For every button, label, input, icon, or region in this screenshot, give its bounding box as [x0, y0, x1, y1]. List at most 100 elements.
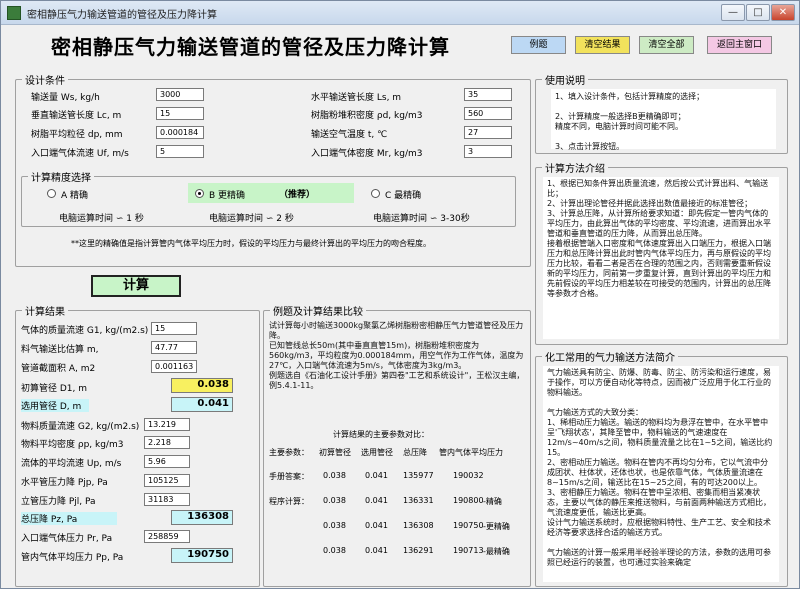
- average-pressure-value: 190750: [171, 548, 233, 563]
- result-label: 选用管径 D, m: [21, 399, 90, 412]
- compare-header-cell: 初算管径: [319, 448, 351, 457]
- method-text: 1、根据已知条件算出质量流速，然后按公式计算出料、气输送比； 2、计算出理论管径…: [543, 177, 779, 339]
- precision-note: **这里的精确值是指计算管内气体平均压力时，假设的平均压力与最终计算出的平均压力…: [71, 239, 431, 248]
- method-legend: 计算方法介绍: [545, 164, 605, 175]
- input-label: 入口端气体流速 Uf, m/s: [31, 149, 129, 159]
- input-label: 水平输送管长度 Ls, m: [311, 93, 402, 103]
- example-compare-legend: 例题及计算结果比较: [273, 307, 363, 318]
- compare-cell: 190713: [453, 546, 484, 555]
- result-label: 料气输送比估算 m,: [21, 345, 99, 355]
- maximize-button[interactable]: □: [746, 4, 770, 21]
- result-label: 入口端气体压力 Pr, Pa: [21, 534, 113, 544]
- precision-a-label[interactable]: A 精确: [61, 188, 88, 201]
- result-label: 管内气体平均压力 Pp, Pa: [21, 553, 124, 563]
- horizontal-length-input[interactable]: 35: [464, 88, 512, 101]
- compare-header-cell: 管内气体平均压力: [439, 448, 503, 457]
- result-label: 物料质量流速 G2, kg/(m2.s): [21, 422, 140, 432]
- vertical-length-input[interactable]: 15: [156, 107, 204, 120]
- initial-diameter-value: 0.038: [171, 378, 233, 393]
- result-value: 31183: [144, 493, 190, 506]
- input-label: 树脂平均粒径 dp, mm: [31, 130, 123, 140]
- feed-rate-input[interactable]: 3000: [156, 88, 204, 101]
- example-intro-text: 试计算每小时输送3000kg聚氯乙烯树脂粉密相静压气力管道管径及压力降。 已知管…: [269, 321, 525, 390]
- total-pressure-drop-value: 136308: [171, 510, 233, 525]
- result-label: 物料平均密度 ρp, kg/m3: [21, 440, 124, 450]
- compare-cell: 135977: [403, 471, 434, 480]
- result-value: 105125: [144, 474, 190, 487]
- title-bar[interactable]: 密相静压气力输送管道的管径及压力降计算 — □ ✕: [1, 1, 799, 25]
- inlet-density-input[interactable]: 3: [464, 145, 512, 158]
- result-label: 总压降 Pz, Pa: [21, 512, 118, 525]
- precision-legend: 计算精度选择: [31, 173, 91, 184]
- design-conditions-legend: 设计条件: [25, 76, 65, 87]
- compare-cell: 0.041: [365, 496, 388, 505]
- usage-text: 1、填入设计条件，包括计算精度的选择； 2、计算精度一般选择B更精确即可； 精度…: [551, 89, 776, 151]
- example-button[interactable]: 例题: [511, 36, 566, 54]
- result-value: 15: [151, 322, 197, 335]
- compare-cell: -更精确: [483, 522, 510, 531]
- selected-diameter-value: 0.041: [171, 397, 233, 412]
- result-label: 初算管径 D1, m: [21, 384, 88, 394]
- precision-a-time: 电脑运算时间 ∽ 1 秒: [59, 214, 144, 224]
- result-label: 管道截面积 A, m2: [21, 364, 96, 374]
- results-legend: 计算结果: [25, 307, 65, 318]
- clear-all-button[interactable]: 清空全部: [639, 36, 694, 54]
- app-window: 密相静压气力输送管道的管径及压力降计算 — □ ✕ 密相静压气力输送管道的管径及…: [0, 0, 800, 589]
- precision-c-label[interactable]: C 最精确: [385, 188, 421, 201]
- precision-b-tag: （推荐）: [279, 190, 316, 200]
- window-title: 密相静压气力输送管道的管径及压力降计算: [27, 10, 217, 21]
- compare-row-label: 程序计算：: [269, 497, 309, 506]
- air-temperature-input[interactable]: 27: [464, 126, 512, 139]
- clear-results-button[interactable]: 清空结果: [575, 36, 630, 54]
- result-value: 5.96: [144, 455, 190, 468]
- precision-a-radio[interactable]: [47, 189, 56, 198]
- bulk-density-input[interactable]: 560: [464, 107, 512, 120]
- input-label: 入口端气体密度 Mr, kg/m3: [311, 149, 423, 159]
- compare-header-cell: 主要参数：: [269, 448, 309, 457]
- precision-b-time: 电脑运算时间 ∽ 2 秒: [209, 214, 294, 224]
- result-label: 气体的质量流速 G1, kg/(m2.s): [21, 326, 149, 336]
- result-value: 258859: [144, 530, 190, 543]
- result-label: 水平管压力降 Pjp, Pa: [21, 478, 108, 488]
- common-methods-legend: 化工常用的气力输送方法简介: [545, 353, 675, 364]
- compare-cell: 0.038: [323, 496, 346, 505]
- compare-cell: -精确: [483, 497, 502, 506]
- compare-row-label: 手册答案：: [269, 472, 309, 481]
- input-label: 树脂粉堆积密度 ρd, kg/m3: [311, 111, 423, 121]
- precision-b-radio[interactable]: [195, 189, 204, 198]
- minimize-button[interactable]: —: [721, 4, 745, 21]
- usage-legend: 使用说明: [545, 76, 585, 87]
- result-value: 2.218: [144, 436, 190, 449]
- compare-cell: 0.041: [365, 521, 388, 530]
- back-to-main-button[interactable]: 返回主窗口: [707, 36, 772, 54]
- compare-cell: 136291: [403, 546, 434, 555]
- compare-header-cell: 选用管径: [361, 448, 393, 457]
- result-value: 13.219: [144, 418, 190, 431]
- close-button[interactable]: ✕: [771, 4, 795, 21]
- precision-b-label[interactable]: B 更精确: [209, 188, 246, 201]
- common-methods-text: 气力输送具有防尘、防爆、防毒、防尘、防污染和运行速度，易于操作，可以方便自动化等…: [543, 366, 779, 582]
- calculate-button[interactable]: 计算: [91, 275, 181, 297]
- particle-size-input[interactable]: 0.000184: [156, 126, 204, 139]
- result-label: 流体的平均流速 Up, m/s: [21, 459, 122, 469]
- result-label: 立管压力降 Pjl, Pa: [21, 497, 96, 507]
- compare-cell: 190032: [453, 471, 484, 480]
- compare-cell: 136308: [403, 521, 434, 530]
- compare-cell: 0.038: [323, 521, 346, 530]
- compare-cell: 0.038: [323, 471, 346, 480]
- precision-c-radio[interactable]: [371, 189, 380, 198]
- input-label: 垂直输送管长度 Lc, m: [31, 111, 122, 121]
- precision-c-time: 电脑运算时间 ∽ 3-30秒: [373, 214, 470, 224]
- inlet-velocity-input[interactable]: 5: [156, 145, 204, 158]
- result-value: 47.77: [151, 341, 197, 354]
- compare-cell: 0.038: [323, 546, 346, 555]
- compare-table-title: 计算结果的主要参数对比：: [333, 430, 429, 439]
- compare-cell: 0.041: [365, 546, 388, 555]
- input-label: 输送量 Ws, kg/h: [31, 93, 100, 103]
- result-value: 0.001163: [151, 360, 197, 373]
- input-label: 输送空气温度 t, ℃: [311, 130, 388, 140]
- compare-cell: 190800: [453, 496, 484, 505]
- compare-cell: -最精确: [483, 547, 510, 556]
- compare-header-cell: 总压降: [403, 448, 427, 457]
- compare-cell: 136331: [403, 496, 434, 505]
